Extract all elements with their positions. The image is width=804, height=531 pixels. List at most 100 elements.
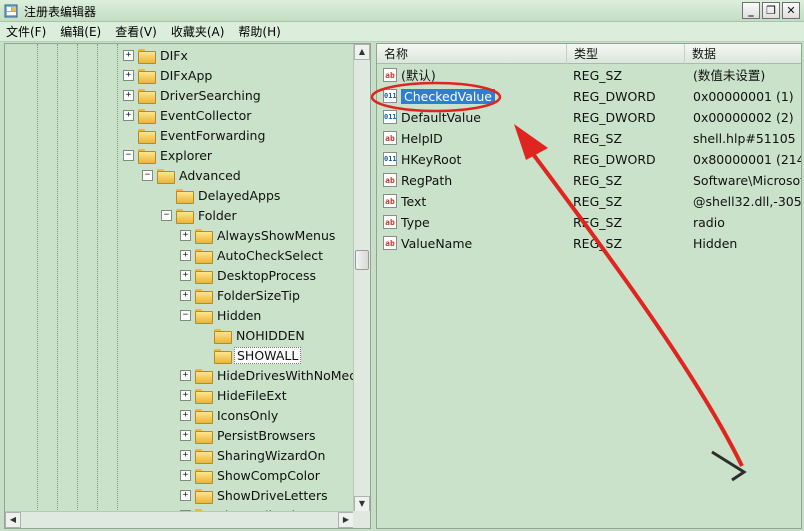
value-row[interactable]: ab Text REG_SZ @shell32.dll,-3050	[377, 191, 801, 212]
collapse-icon[interactable]: −	[123, 149, 134, 161]
value-name-text: ValueName	[401, 236, 473, 251]
string-value-icon: ab	[383, 173, 397, 187]
tree-node[interactable]: + FolderSizeTip	[180, 285, 302, 305]
tree-node[interactable]: + AutoCheckSelect	[180, 245, 325, 265]
minimize-button[interactable]: _	[742, 2, 760, 19]
folder-icon	[195, 248, 213, 264]
menu-view[interactable]: 查看(V)	[115, 23, 157, 40]
tree-node[interactable]: + IconsOnly	[180, 405, 280, 425]
registry-values-list[interactable]: 名称 类型 数据 ab (默认) REG_SZ (数值未设置) 011 CheckedVa…	[376, 43, 802, 529]
tree-node[interactable]: + PersistBrowsers	[180, 425, 318, 445]
tree-node[interactable]: + DesktopProcess	[180, 265, 318, 285]
tree-node[interactable]: + DIFxApp	[123, 65, 214, 85]
expand-icon[interactable]: +	[180, 409, 191, 421]
value-row[interactable]: ab (默认) REG_SZ (数值未设置)	[377, 65, 801, 86]
scroll-thumb[interactable]	[355, 250, 369, 270]
value-name: HKeyRoot	[401, 149, 563, 170]
value-row[interactable]: 011 HKeyRoot REG_DWORD 0x80000001 (21474	[377, 149, 801, 170]
expand-icon[interactable]: +	[180, 229, 191, 241]
menu-favorites[interactable]: 收藏夹(A)	[171, 23, 225, 40]
expand-icon[interactable]: +	[180, 489, 191, 501]
collapse-icon[interactable]: −	[142, 169, 153, 181]
string-value-icon: ab	[383, 236, 397, 250]
column-header-name[interactable]: 名称	[377, 44, 567, 64]
collapse-icon[interactable]: −	[161, 209, 172, 221]
tree-node[interactable]: + DriverSearching	[123, 85, 263, 105]
registry-key-tree[interactable]: + DIFx + DIFxApp + DriverSearching + EventColle…	[4, 43, 371, 529]
tree-node[interactable]: + AlwaysShowMenus	[180, 225, 337, 245]
value-data: 0x00000001 (1)	[693, 89, 794, 104]
tree-node[interactable]: + HideDrivesWithNoMedi	[180, 365, 363, 385]
folder-icon	[138, 68, 156, 84]
scroll-down-button[interactable]: ▼	[354, 496, 370, 512]
tree-guide-line	[117, 44, 118, 512]
value-data: (数值未设置)	[693, 68, 766, 83]
scroll-up-button[interactable]: ▲	[354, 44, 370, 60]
value-row[interactable]: 011 DefaultValue REG_DWORD 0x00000002 (2)	[377, 107, 801, 128]
tree-node[interactable]: + DIFx	[123, 45, 190, 65]
value-row[interactable]: ab Type REG_SZ radio	[377, 212, 801, 233]
value-row[interactable]: ab ValueName REG_SZ Hidden	[377, 233, 801, 254]
value-type: REG_SZ	[573, 131, 623, 146]
tree-node[interactable]: − Folder	[161, 205, 239, 225]
expand-icon[interactable]: +	[180, 469, 191, 481]
expand-icon[interactable]: +	[123, 69, 134, 81]
expand-icon[interactable]: +	[123, 49, 134, 61]
tree-horizontal-scrollbar[interactable]: ◀ ▶	[5, 511, 354, 528]
expand-icon[interactable]: +	[180, 369, 191, 381]
value-name-text: CheckedValue	[401, 89, 495, 104]
tree-node-label: Hidden	[217, 307, 262, 323]
menu-help[interactable]: 帮助(H)	[238, 23, 280, 40]
tree-node[interactable]: SHOWALL	[199, 345, 302, 365]
value-name-text: RegPath	[401, 173, 453, 188]
expand-icon[interactable]: +	[180, 389, 191, 401]
folder-icon	[176, 188, 194, 204]
folder-icon	[138, 128, 156, 144]
value-data: 0x80000001 (21474	[693, 152, 801, 167]
expand-icon[interactable]: +	[180, 289, 191, 301]
expand-icon[interactable]: +	[180, 249, 191, 261]
value-row[interactable]: ab HelpID REG_SZ shell.hlp#51105	[377, 128, 801, 149]
tree-node-label: ShowDriveLetters	[217, 487, 328, 503]
tree-node[interactable]: + SharingWizardOn	[180, 445, 327, 465]
column-header-data[interactable]: 数据	[685, 44, 801, 64]
scroll-left-button[interactable]: ◀	[5, 512, 21, 528]
value-type: REG_SZ	[573, 68, 623, 83]
value-data: radio	[693, 215, 725, 230]
close-button[interactable]: ✕	[782, 2, 800, 19]
tree-node[interactable]: DelayedApps	[161, 185, 282, 205]
folder-icon	[195, 488, 213, 504]
expand-icon[interactable]: +	[123, 89, 134, 101]
tree-node-label: EventForwarding	[160, 127, 266, 143]
tree-node[interactable]: − Hidden	[180, 305, 263, 325]
expand-icon[interactable]: +	[123, 109, 134, 121]
value-row[interactable]: 011 CheckedValue REG_DWORD 0x00000001 (1)	[377, 86, 801, 107]
expand-icon[interactable]: +	[180, 449, 191, 461]
value-name: Text	[401, 191, 563, 212]
tree-node[interactable]: + EventCollector	[123, 105, 253, 125]
tree-node-label: HideFileExt	[217, 387, 287, 403]
folder-icon	[138, 108, 156, 124]
value-type: REG_DWORD	[573, 89, 656, 104]
tree-node[interactable]: + ShowCompColor	[180, 465, 322, 485]
collapse-icon[interactable]: −	[180, 309, 191, 321]
expand-icon[interactable]: +	[180, 429, 191, 441]
folder-icon	[195, 268, 213, 284]
column-header-type[interactable]: 类型	[567, 44, 685, 64]
tree-node[interactable]: + HideFileExt	[180, 385, 289, 405]
value-row[interactable]: ab RegPath REG_SZ Software\Microsof	[377, 170, 801, 191]
tree-node-label: ShowCompColor	[217, 467, 320, 483]
tree-node[interactable]: + ShowDriveLetters	[180, 485, 330, 505]
expand-icon[interactable]: +	[180, 269, 191, 281]
regedit-app-icon	[4, 4, 18, 18]
tree-node[interactable]: NOHIDDEN	[199, 325, 307, 345]
binary-value-icon: 011	[383, 110, 397, 124]
restore-button[interactable]: ❐	[762, 2, 780, 19]
tree-node[interactable]: − Advanced	[142, 165, 243, 185]
menu-file[interactable]: 文件(F)	[6, 23, 46, 40]
menu-edit[interactable]: 编辑(E)	[60, 23, 101, 40]
tree-node[interactable]: − Explorer	[123, 145, 214, 165]
tree-node[interactable]: EventForwarding	[123, 125, 267, 145]
scroll-right-button[interactable]: ▶	[338, 512, 354, 528]
tree-vertical-scrollbar[interactable]: ▲ ▼	[353, 44, 370, 512]
